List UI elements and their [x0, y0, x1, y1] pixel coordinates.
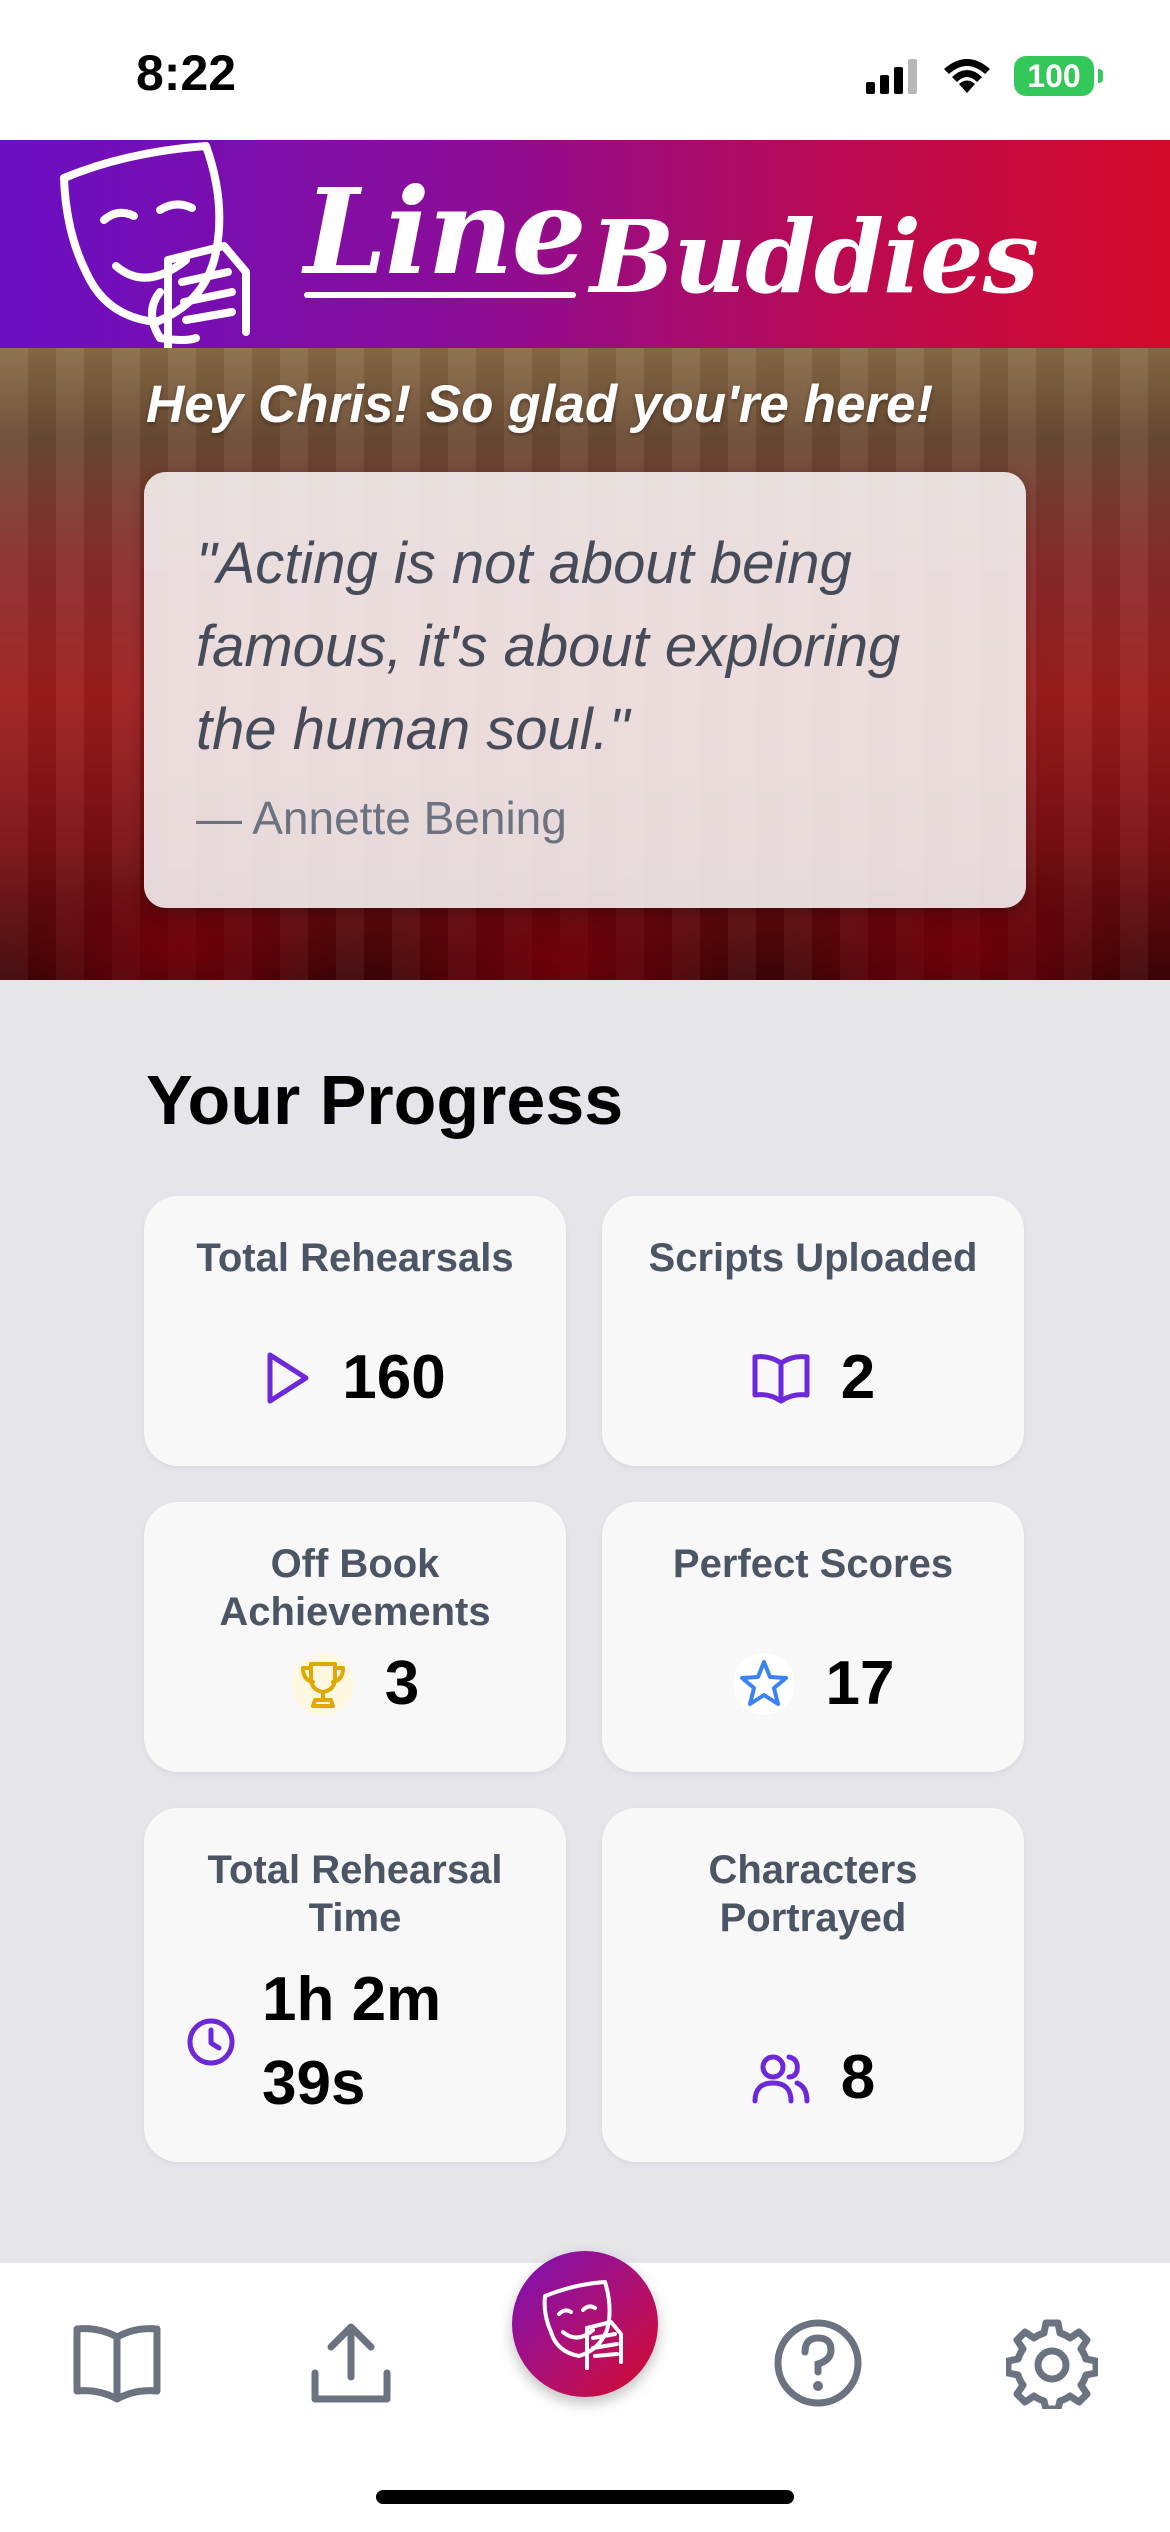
wifi-icon: [944, 59, 990, 93]
stat-card-off-book: Off Book Achievements 3: [144, 1502, 566, 1772]
upload-icon: [311, 2323, 391, 2403]
greeting-text: Hey Chris! So glad you're here!: [146, 375, 934, 434]
stat-value-row: 1h 2m 39s: [144, 1958, 566, 2126]
theater-mask-icon: [542, 2280, 623, 2370]
stat-value: 3: [384, 1649, 420, 1718]
quote-card: "Acting is not about being famous, it's …: [144, 472, 1026, 908]
stat-label: Scripts Uploaded: [648, 1236, 978, 1280]
progress-title: Your Progress: [146, 1061, 624, 1139]
tab-help[interactable]: [758, 2303, 878, 2423]
clock-icon: [187, 2018, 235, 2066]
stat-value: 2: [840, 1343, 876, 1412]
open-book-icon: [752, 1354, 810, 1404]
battery-icon: 100: [1014, 56, 1103, 96]
settings-icon: [1006, 2319, 1098, 2409]
play-icon: [267, 1352, 309, 1404]
stat-label: Off Book Achievements: [219, 1542, 491, 1634]
stat-value-row: 17: [602, 1642, 1024, 1726]
theater-mask-script-icon: [60, 142, 250, 348]
stat-value-row: 160: [144, 1336, 566, 1420]
logo-word-buddies: Buddies: [590, 198, 1039, 316]
stat-value-row: 3: [144, 1642, 566, 1726]
tab-settings[interactable]: [992, 2303, 1112, 2423]
tab-upload[interactable]: [291, 2303, 411, 2423]
stat-card-perfect-scores: Perfect Scores 17: [602, 1502, 1024, 1772]
app-banner: Line Buddies: [0, 140, 1170, 348]
users-icon: [752, 2054, 810, 2104]
trophy-icon: [291, 1653, 354, 1715]
stat-card-scripts-uploaded: Scripts Uploaded 2: [602, 1196, 1024, 1466]
stat-card-rehearsal-time: Total Rehearsal Time 1h 2m 39s: [144, 1808, 566, 2162]
stat-label: Perfect Scores: [672, 1542, 954, 1586]
stat-value: 8: [840, 2043, 876, 2112]
logo-underline: [304, 292, 576, 298]
book-icon: [73, 2325, 161, 2403]
hero-section: Hey Chris! So glad you're here! "Acting …: [0, 348, 1170, 980]
star-icon: [732, 1653, 795, 1715]
stat-value: 17: [825, 1649, 895, 1718]
tab-scripts[interactable]: [57, 2303, 177, 2423]
stat-value: 1h 2m 39s: [262, 1965, 442, 2118]
quote-text: "Acting is not about being famous, it's …: [196, 531, 901, 762]
help-icon: [774, 2319, 862, 2407]
quote-author: — Annette Bening: [196, 792, 567, 844]
stat-label: Total Rehearsals: [196, 1236, 514, 1280]
tab-rehearse[interactable]: [512, 2251, 658, 2397]
stat-label: Total Rehearsal Time: [207, 1848, 503, 1940]
stat-value: 160: [342, 1343, 446, 1412]
status-icons: 100: [864, 56, 1103, 96]
stat-value-row: 2: [602, 1336, 1024, 1420]
signal-icon: [866, 59, 917, 94]
home-indicator: [376, 2490, 794, 2504]
logo-word-line: Line: [304, 162, 587, 301]
status-bar: 8:22 100: [0, 0, 1170, 140]
stat-card-characters: Characters Portrayed 8: [602, 1808, 1024, 2162]
status-time: 8:22: [136, 45, 237, 101]
stat-card-total-rehearsals: Total Rehearsals 160: [144, 1196, 566, 1466]
stat-value-row: 8: [602, 2036, 1024, 2120]
stat-label: Characters Portrayed: [708, 1848, 918, 1940]
